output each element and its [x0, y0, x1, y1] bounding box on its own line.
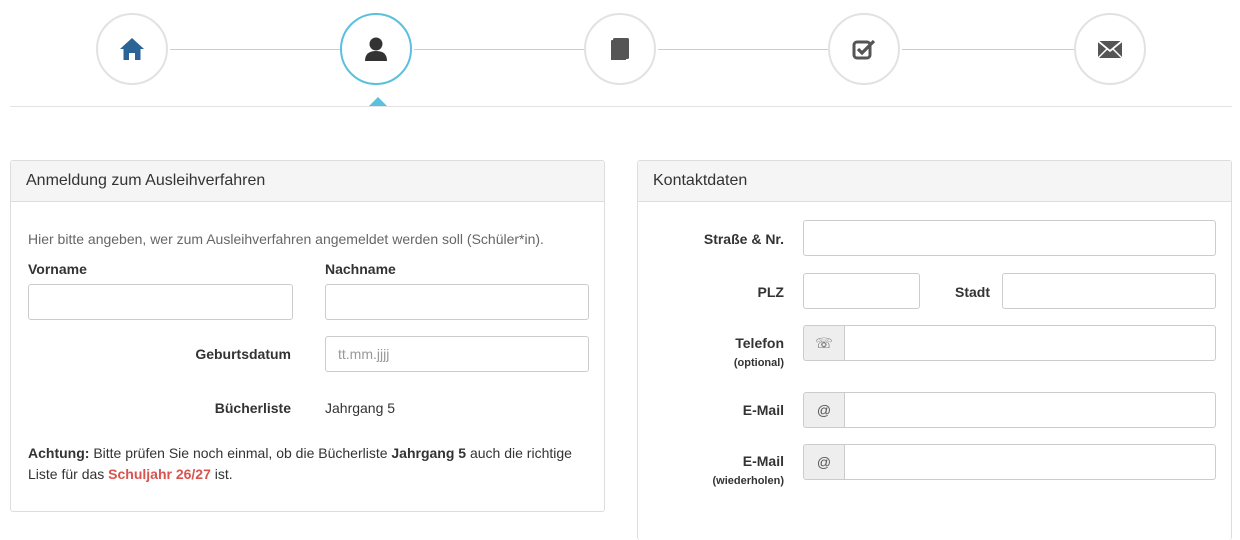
note-text: ist. [210, 466, 233, 482]
step-connector [658, 49, 828, 50]
telefon-label-text: Telefon [735, 335, 784, 351]
buecherliste-value: Jahrgang 5 [325, 400, 396, 416]
plz-input[interactable] [803, 273, 920, 309]
telefon-label: Telefon (optional) [638, 335, 784, 369]
step-connector [902, 49, 1074, 50]
strasse-label: Straße & Nr. [703, 231, 784, 247]
book-icon [611, 38, 629, 60]
geburtsdatum-input[interactable] [325, 336, 589, 372]
warning-note: Achtung: Bitte prüfen Sie noch einmal, o… [28, 443, 578, 485]
at-icon: @ [803, 392, 845, 428]
envelope-icon [1097, 40, 1123, 59]
email-repeat-hint: (wiederholen) [712, 475, 784, 487]
nachname-input[interactable] [325, 284, 589, 320]
buecherliste-label: Bücherliste [214, 400, 291, 416]
panel-title: Kontaktdaten [638, 161, 1231, 202]
note-list: Jahrgang 5 [391, 445, 467, 461]
note-school-year: Schuljahr 26/27 [108, 466, 211, 482]
telefon-optional-hint: (optional) [733, 357, 784, 369]
step-mail[interactable] [1074, 13, 1146, 85]
registration-panel: Anmeldung zum Ausleihverfahren Hier bitt… [10, 160, 605, 512]
telefon-input[interactable] [845, 325, 1216, 361]
email-repeat-label: E-Mail (wiederholen) [638, 453, 784, 487]
nachname-label: Nachname [325, 261, 396, 277]
step-books[interactable] [584, 13, 656, 85]
note-prefix: Achtung: [28, 445, 90, 461]
step-confirm[interactable] [828, 13, 900, 85]
note-text: Bitte prüfen Sie noch einmal, ob die Büc… [89, 445, 392, 461]
phone-icon: ☏ [803, 325, 845, 361]
contact-panel: Kontaktdaten Straße & Nr. PLZ Stadt Tele… [637, 160, 1232, 540]
step-home[interactable] [96, 13, 168, 85]
email-label: E-Mail [742, 402, 784, 418]
panel-title: Anmeldung zum Ausleihverfahren [11, 161, 604, 202]
home-icon [120, 38, 144, 60]
step-connector [414, 49, 584, 50]
step-person[interactable] [340, 13, 412, 85]
wizard-steps [0, 0, 1240, 115]
vorname-label: Vorname [28, 261, 87, 277]
geburtsdatum-label: Geburtsdatum [195, 346, 291, 362]
at-icon: @ [803, 444, 845, 480]
check-icon [852, 39, 876, 60]
email-repeat-input[interactable] [845, 444, 1216, 480]
instruction-text: Hier bitte angeben, wer zum Ausleihverfa… [28, 231, 544, 247]
wizard-divider [10, 106, 1232, 107]
stadt-label: Stadt [955, 284, 990, 300]
strasse-input[interactable] [803, 220, 1216, 256]
email-input[interactable] [845, 392, 1216, 428]
email-repeat-label-text: E-Mail [742, 453, 784, 469]
plz-label: PLZ [757, 284, 784, 300]
user-icon [365, 37, 387, 61]
vorname-input[interactable] [28, 284, 293, 320]
step-connector [170, 49, 340, 50]
stadt-input[interactable] [1002, 273, 1216, 309]
